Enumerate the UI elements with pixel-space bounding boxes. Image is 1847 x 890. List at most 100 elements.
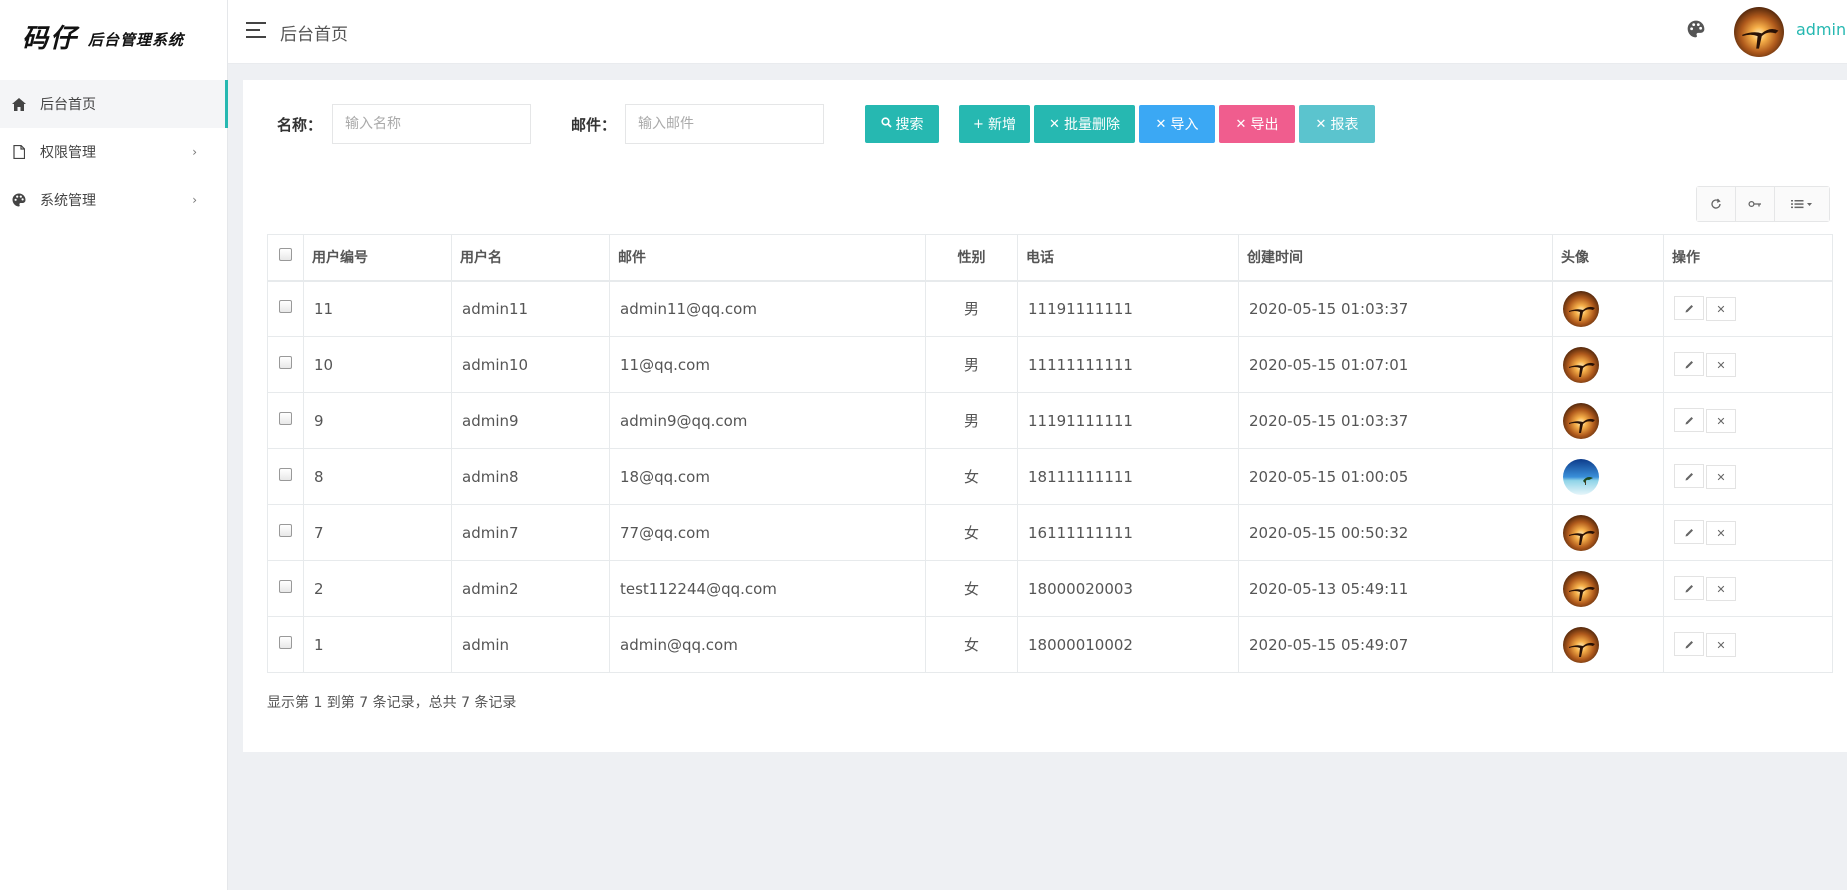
row-checkbox[interactable] [279,355,292,369]
delete-close-icon[interactable]: ✕ [1706,521,1736,545]
import-button-label: 导入 [1170,117,1199,133]
table-row[interactable]: 11 admin11 admin11@qq.com 男 11191111111 2020-… [267,280,1833,337]
col-created-time[interactable]: 创建时间 [1238,234,1553,282]
content-panel: 名称： 邮件： 搜索 + 新增 ✕ 批量删除 ✕ 导入 ✕ 导出 ✕ 报表 [243,80,1847,752]
cell-created-time: 2020-05-15 01:07:01 [1238,336,1553,393]
cell-phone: 18000010002 [1017,616,1239,673]
delete-close-icon[interactable]: ✕ [1706,353,1736,377]
edit-pencil-icon[interactable] [1674,632,1704,656]
menu-toggle-icon[interactable] [246,22,266,38]
logo: 码仔 后台管理系统 [0,0,227,72]
page-title: 后台首页 [280,25,348,45]
table-row[interactable]: 9 admin9 admin9@qq.com 男 11191111111 2020-05-… [267,392,1833,449]
close-icon: ✕ [1049,116,1060,132]
row-checkbox[interactable] [279,635,292,649]
col-gender[interactable]: 性别 [925,234,1018,282]
row-avatar-image [1563,570,1599,607]
delete-close-icon[interactable]: ✕ [1706,465,1736,489]
search-button[interactable]: 搜索 [865,105,939,143]
home-icon [12,97,26,111]
cell-email: 18@qq.com [609,448,926,505]
sidebar-item-permissions[interactable]: 权限管理 › [0,128,227,176]
cell-user-id: 9 [303,392,452,449]
cell-avatar [1552,616,1664,673]
cell-gender: 男 [925,392,1018,449]
cell-user-id: 8 [303,448,452,505]
edit-pencil-icon[interactable] [1674,576,1704,600]
col-username[interactable]: 用户名 [451,234,610,282]
chevron-right-icon: › [192,193,197,207]
cell-email: 11@qq.com [609,336,926,393]
select-all-checkbox[interactable] [279,247,292,261]
row-checkbox[interactable] [279,523,292,537]
col-email[interactable]: 邮件 [609,234,926,282]
refresh-icon[interactable] [1697,187,1736,221]
cell-gender: 女 [925,560,1018,617]
cell-user-id: 2 [303,560,452,617]
cell-avatar [1552,560,1664,617]
header-username[interactable]: admin [1796,20,1846,39]
search-toolbar: 名称： 邮件： 搜索 + 新增 ✕ 批量删除 ✕ 导入 ✕ 导出 ✕ 报表 [243,104,1847,144]
table-body: 11 admin11 admin11@qq.com 男 11191111111 2020-… [267,280,1833,673]
table-row[interactable]: 7 admin7 77@qq.com 女 16111111111 2020-05-15 0… [267,504,1833,561]
edit-pencil-icon[interactable] [1674,520,1704,544]
delete-close-icon[interactable]: ✕ [1706,409,1736,433]
cell-created-time: 2020-05-13 05:49:11 [1238,560,1553,617]
sidebar-item-system[interactable]: 系统管理 › [0,176,227,224]
logo-sub-text: 后台管理系统 [88,30,185,49]
row-checkbox[interactable] [279,411,292,425]
row-avatar-image [1563,514,1599,551]
theme-palette-icon[interactable] [1687,20,1707,40]
name-search-input[interactable] [332,104,531,144]
table-row[interactable]: 2 admin2 test112244@qq.com 女 18000020003 2020… [267,560,1833,617]
cell-username: admin8 [451,448,610,505]
report-button[interactable]: ✕ 报表 [1299,105,1375,143]
cell-actions: ✕ [1663,504,1833,561]
cell-gender: 女 [925,448,1018,505]
email-search-input[interactable] [625,104,824,144]
table-row[interactable]: 1 admin admin@qq.com 女 18000010002 2020-05-15… [267,616,1833,673]
sidebar-item-home[interactable]: 后台首页 [0,80,228,128]
table-row[interactable]: 8 admin8 18@qq.com 女 18111111111 2020-05-15 0… [267,448,1833,505]
add-button[interactable]: + 新增 [959,105,1030,143]
col-phone[interactable]: 电话 [1017,234,1239,282]
cell-gender: 女 [925,616,1018,673]
cell-username: admin9 [451,392,610,449]
name-label: 名称： [277,116,323,134]
row-avatar-image [1563,346,1599,383]
row-avatar-image [1563,402,1599,439]
top-header: 后台首页 admin [228,0,1847,64]
col-user-id[interactable]: 用户编号 [303,234,452,282]
row-checkbox[interactable] [279,299,292,313]
row-checkbox[interactable] [279,579,292,593]
export-button[interactable]: ✕ 导出 [1219,105,1295,143]
edit-pencil-icon[interactable] [1674,352,1704,376]
report-button-label: 报表 [1330,117,1359,133]
add-button-label: 新增 [987,117,1016,133]
edit-pencil-icon[interactable] [1674,464,1704,488]
edit-pencil-icon[interactable] [1674,296,1704,321]
table-row[interactable]: 10 admin10 11@qq.com 男 11111111111 2020-05-15… [267,336,1833,393]
cell-avatar [1552,336,1664,393]
row-avatar-image [1563,626,1599,663]
close-icon: ✕ [1235,116,1247,132]
delete-close-icon[interactable]: ✕ [1706,577,1736,601]
edit-pencil-icon[interactable] [1674,408,1704,432]
row-select-cell [267,504,304,561]
cell-email: admin9@qq.com [609,392,926,449]
cell-email: 77@qq.com [609,504,926,561]
cell-phone: 11191111111 [1017,280,1239,337]
columns-list-icon[interactable] [1775,187,1829,221]
cell-actions: ✕ [1663,448,1833,505]
cell-actions: ✕ [1663,392,1833,449]
delete-close-icon[interactable]: ✕ [1706,297,1736,322]
row-checkbox[interactable] [279,467,292,481]
plus-icon: + [973,116,984,132]
key-icon[interactable] [1736,187,1775,221]
cell-username: admin7 [451,504,610,561]
user-avatar[interactable] [1734,7,1784,57]
import-button[interactable]: ✕ 导入 [1139,105,1215,143]
delete-close-icon[interactable]: ✕ [1706,633,1736,657]
cell-user-id: 1 [303,616,452,673]
batch-delete-button[interactable]: ✕ 批量删除 [1034,105,1135,143]
